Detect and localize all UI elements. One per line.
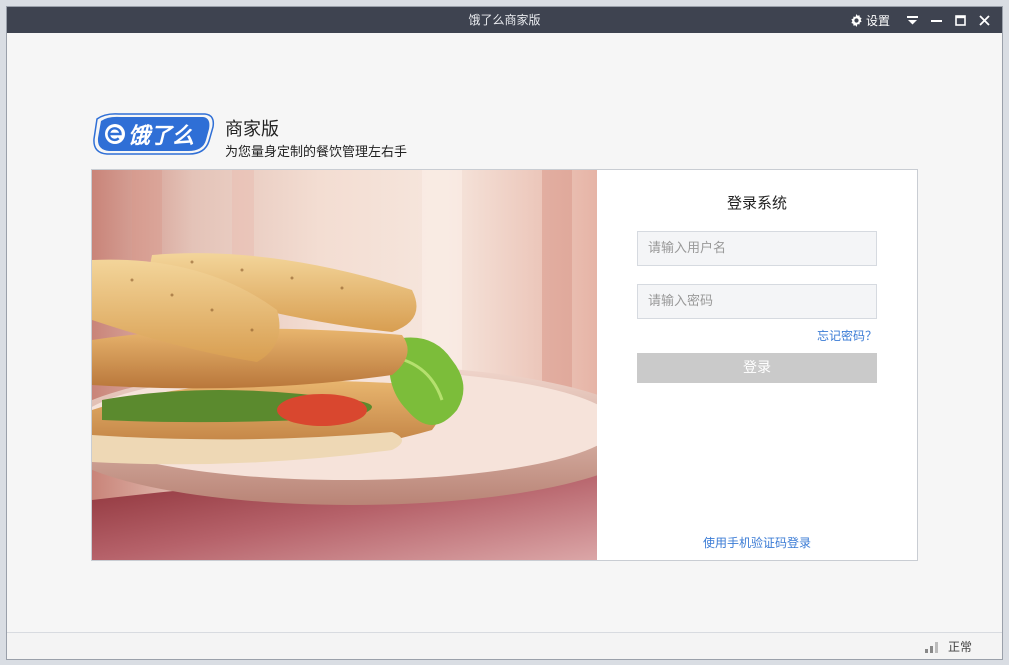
settings-button[interactable]: 设置 (850, 12, 890, 29)
login-title: 登录系统 (726, 194, 787, 212)
brand-title: 商家版 (225, 119, 279, 140)
brand-subtitle: 为您量身定制的餐饮管理左右手 (225, 145, 408, 160)
maximize-icon (954, 14, 966, 26)
maximize-button[interactable] (948, 7, 972, 33)
dropdown-icon (906, 16, 918, 25)
settings-label: 设置 (865, 13, 890, 28)
password-input[interactable] (637, 284, 877, 319)
connection-status: 正常 (924, 633, 972, 660)
login-card: 登录系统 忘记密码？ 登录 使用手机验证码登录 (91, 169, 918, 561)
signal-icon (924, 642, 938, 653)
connection-status-label: 正常 (947, 640, 972, 654)
eleme-logo: 饿了么 (93, 113, 215, 155)
close-button[interactable] (972, 7, 996, 33)
minimize-button[interactable] (924, 7, 948, 33)
username-input[interactable] (637, 231, 877, 266)
close-icon (978, 14, 990, 26)
sandwich-photo (92, 170, 597, 560)
dropdown-button[interactable] (900, 7, 924, 33)
status-bar: 正常 (7, 632, 1002, 659)
gear-icon (851, 13, 862, 27)
sms-login-link[interactable]: 使用手机验证码登录 (597, 534, 917, 551)
login-panel: 登录系统 忘记密码？ 登录 使用手机验证码登录 (597, 170, 917, 560)
title-bar-controls: 设置 (850, 7, 996, 33)
app-window: 饿了么 商家版 设置 饿了么 商家版 为您量身定制的餐饮管理左右手 登录系统 请输… (6, 6, 1003, 660)
logo-text: 饿了么 (128, 124, 194, 149)
title-bar[interactable]: 饿了么商家版 设置 (7, 7, 1002, 33)
forgot-password-link[interactable]: 忘记密码？ (817, 327, 877, 344)
minimize-icon (930, 19, 942, 22)
login-button[interactable]: 登录 (637, 353, 877, 383)
